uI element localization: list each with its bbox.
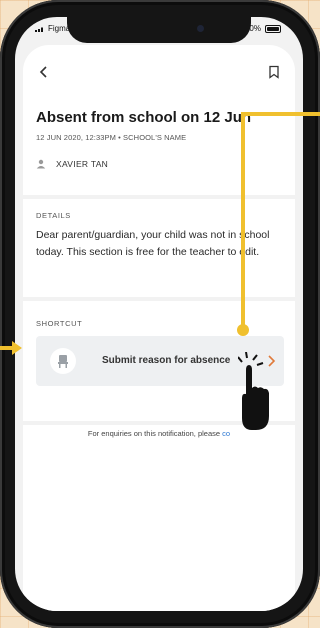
phone-notch (67, 17, 251, 43)
chair-icon (58, 355, 68, 368)
annotation-dot (237, 324, 249, 336)
pointing-hand-icon (238, 352, 269, 430)
annotation-vertical-line (241, 112, 245, 330)
footer-enquiry-text: For enquiries on this notification, plea… (87, 429, 223, 438)
notification-meta: 12 JUN 2020, 12:33PM • SCHOOL'S NAME (36, 133, 187, 142)
author-row: XAVIER TAN (36, 159, 108, 169)
shortcut-label: SHORTCUT (36, 319, 83, 328)
submit-reason-label: Submit reason for absence (102, 355, 231, 366)
footer-section: For enquiries on this notification, plea… (23, 425, 295, 611)
footer-contact-link[interactable]: co (222, 429, 230, 438)
shortcut-icon-circle (50, 348, 76, 374)
phone-frame: Figma 100% Absent from school on 12 Jun … (0, 0, 320, 628)
annotation-horizontal-line (241, 112, 320, 116)
page-title: Absent from school on 12 Jun (36, 109, 252, 126)
camera-dot (197, 25, 204, 32)
details-label: DETAILS (36, 211, 71, 220)
details-section: DETAILS Dear parent/guardian, your child… (23, 199, 295, 297)
details-body: Dear parent/guardian, your child was not… (36, 229, 270, 258)
signal-icon (35, 27, 43, 32)
author-name: XAVIER TAN (56, 159, 109, 169)
chevron-left-icon[interactable] (37, 65, 51, 79)
app-screen: Figma 100% Absent from school on 12 Jun … (15, 17, 303, 611)
annotation-arrow-icon (0, 341, 22, 355)
battery-icon (265, 24, 281, 33)
notification-header-card: Absent from school on 12 Jun 12 JUN 2020… (23, 45, 295, 195)
bookmark-icon[interactable] (267, 65, 281, 79)
person-icon (36, 159, 46, 169)
